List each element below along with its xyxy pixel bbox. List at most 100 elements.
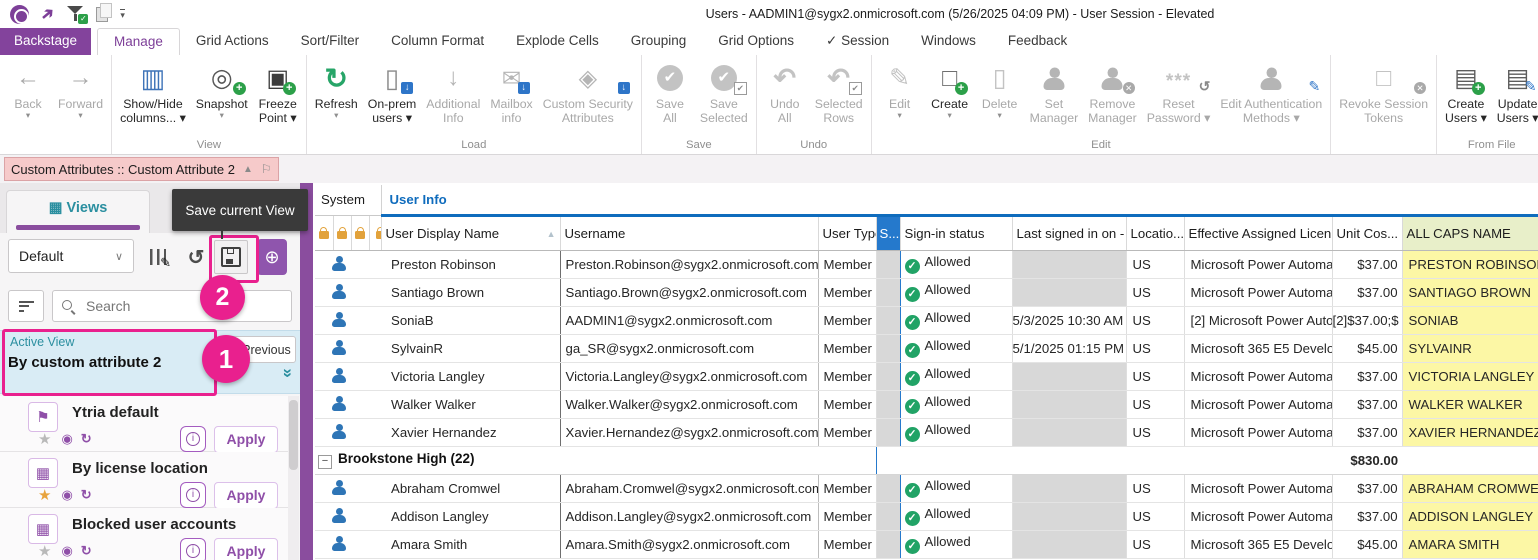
view-item-by-license-location[interactable]: ▦By license location★◉↻iApply [0, 452, 288, 508]
save-all-button[interactable]: SaveAll [645, 57, 695, 138]
freeze-point-button[interactable]: FreezePoint ▾ [253, 57, 303, 138]
create-button[interactable]: Create▾ [925, 57, 975, 138]
button-label: On-premusers ▾ [368, 97, 417, 125]
cell-location: US [1126, 250, 1184, 278]
col-effective-licenses[interactable]: Effective Assigned Licen... [1184, 215, 1332, 250]
tab-backstage[interactable]: Backstage [0, 28, 91, 55]
button-label: UpdateUsers ▾ [1497, 97, 1538, 125]
tab-column-format[interactable]: Column Format [375, 28, 500, 55]
table-row[interactable]: Victoria LangleyVictoria.Langley@sygx2.o… [315, 362, 1538, 390]
revoke-session-tokens-button[interactable]: Revoke SessionTokens [1334, 57, 1433, 138]
create-users-button[interactable]: CreateUsers ▾ [1440, 57, 1492, 138]
view-item-ytria-default[interactable]: ⚑Ytria default★◉↻iApply [0, 396, 288, 452]
table-row[interactable]: SylvainRga_SR@sygx2.onmicrosoft.comMembe… [315, 334, 1538, 362]
favorite-star-icon[interactable]: ★ [38, 542, 51, 560]
tab-grouping[interactable]: Grouping [615, 28, 703, 55]
reset-view-button[interactable]: ↺ [179, 240, 213, 274]
info-button[interactable]: i [180, 538, 206, 560]
cell-user-type: Member [818, 334, 876, 362]
col-last-signed-in[interactable]: Last signed in on - ... [1012, 215, 1126, 250]
copy-icon[interactable] [96, 7, 108, 22]
col-user-type[interactable]: User Type [818, 215, 876, 250]
info-button[interactable]: i [180, 482, 206, 508]
edit-columns-button[interactable] [141, 240, 175, 274]
table-row[interactable]: Xavier HernandezXavier.Hernandez@sygx2.o… [315, 418, 1538, 446]
back-button[interactable]: Back▾ [3, 57, 53, 138]
lock-column-header[interactable] [315, 215, 333, 250]
lock-column-header[interactable] [351, 215, 369, 250]
col-unit-cost[interactable]: Unit Cos... [1332, 215, 1402, 250]
share-icon[interactable]: ➔ [36, 2, 59, 26]
view-set-select[interactable]: Default ∨ [8, 239, 134, 273]
set-manager-button[interactable]: SetManager [1025, 57, 1084, 138]
col-signin-status[interactable]: Sign-in status [900, 215, 1012, 250]
info-button[interactable]: i [180, 426, 206, 452]
remove-manager-button[interactable]: RemoveManager [1083, 57, 1142, 138]
forward-button[interactable]: Forward▾ [53, 57, 108, 138]
cell-username: Preston.Robinson@sygx2.onmicrosoft.com [560, 250, 818, 278]
filter-check-icon[interactable] [66, 6, 84, 22]
save-selected-button[interactable]: SaveSelected [695, 57, 753, 138]
table-row[interactable]: Abraham CromwelAbraham.Cromwel@sygx2.onm… [315, 474, 1538, 502]
tab-sort-filter[interactable]: Sort/Filter [285, 28, 376, 55]
undo-all-button[interactable]: UndoAll [760, 57, 810, 138]
tab-explode-cells[interactable]: Explode Cells [500, 28, 615, 55]
table-row[interactable]: Walker WalkerWalker.Walker@sygx2.onmicro… [315, 390, 1538, 418]
table-row[interactable]: Addison LangleyAddison.Langley@sygx2.onm… [315, 502, 1538, 530]
breadcrumb[interactable]: Custom Attributes :: Custom Attribute 2 … [4, 157, 279, 181]
collapse-caret-icon[interactable]: ▲ [243, 164, 253, 175]
mailbox-info-button[interactable]: Mailboxinfo [485, 57, 537, 138]
band-system[interactable]: System [315, 185, 381, 215]
panel-splitter[interactable] [300, 183, 313, 560]
cell-username: Walker.Walker@sygx2.onmicrosoft.com [560, 390, 818, 418]
search-input[interactable] [84, 297, 283, 315]
table-row[interactable]: Amara SmithAmara.Smith@sygx2.onmicrosoft… [315, 530, 1538, 558]
refresh-button[interactable]: Refresh▾ [310, 57, 363, 138]
col-user-display-name[interactable]: User Display Name▲ [381, 215, 560, 250]
on-prem-users-button[interactable]: On-premusers ▾ [363, 57, 422, 138]
additional-info-button[interactable]: AdditionalInfo [421, 57, 485, 138]
cell-attribute [876, 418, 900, 446]
selected-rows-button[interactable]: SelectedRows [810, 57, 868, 138]
show-hide-columns-button[interactable]: Show/Hidecolumns... ▾ [115, 57, 191, 138]
col-selected-attribute[interactable]: S... [876, 215, 900, 250]
collapse-group-icon[interactable]: − [318, 455, 332, 469]
edit-button[interactable]: Edit▾ [875, 57, 925, 138]
tab-feedback[interactable]: Feedback [992, 28, 1083, 55]
favorite-star-icon[interactable]: ★ [38, 486, 51, 504]
collapse-chevrons-icon[interactable]: « [277, 368, 297, 377]
cell-licenses: Microsoft 365 E5 Develop [1184, 530, 1332, 558]
reset-password-button[interactable]: ResetPassword ▾ [1142, 57, 1216, 138]
view-item-blocked-user-accounts[interactable]: ▦Blocked user accounts★◉↻iApply [0, 508, 288, 560]
lock-column-header[interactable] [333, 215, 351, 250]
add-view-button[interactable]: ⊕ [257, 239, 287, 275]
edit-authentication-methods-button[interactable]: Edit AuthenticationMethods ▾ [1215, 57, 1327, 138]
customize-caret-icon[interactable]: ▾ [120, 9, 125, 19]
table-row[interactable]: Preston RobinsonPreston.Robinson@sygx2.o… [315, 250, 1538, 278]
apply-button[interactable]: Apply [214, 482, 278, 509]
snapshot-button[interactable]: Snapshot▾ [191, 57, 253, 138]
table-row[interactable]: SoniaBAADMIN1@sygx2.onmicrosoft.comMembe… [315, 306, 1538, 334]
custom-security-attributes-button[interactable]: Custom SecurityAttributes [538, 57, 638, 138]
tab-grid-options[interactable]: Grid Options [702, 28, 810, 55]
tab-windows[interactable]: Windows [905, 28, 992, 55]
table-row[interactable]: Santiago BrownSantiago.Brown@sygx2.onmic… [315, 278, 1538, 306]
apply-button[interactable]: Apply [214, 538, 278, 560]
apply-button[interactable]: Apply [214, 426, 278, 453]
col-all-caps-name[interactable]: ALL CAPS NAME [1402, 215, 1538, 250]
scrollbar-thumb[interactable] [289, 400, 298, 470]
tab-grid-actions[interactable]: Grid Actions [180, 28, 285, 55]
favorite-star-icon[interactable]: ★ [38, 430, 51, 448]
group-row[interactable]: −Brookstone High (22)$830.00 [315, 446, 1538, 474]
delete-button[interactable]: Delete▾ [975, 57, 1025, 138]
update-users-button[interactable]: UpdateUsers ▾ [1492, 57, 1538, 138]
filter-views-button[interactable] [8, 290, 44, 322]
tab-session[interactable]: ✓ Session [810, 28, 905, 55]
lock-column-header-clipped[interactable] [369, 215, 381, 250]
tab-manage[interactable]: Manage [97, 28, 180, 55]
col-location[interactable]: Locatio... [1126, 215, 1184, 250]
band-user-info[interactable]: User Info [381, 185, 1538, 215]
col-username[interactable]: Username [560, 215, 818, 250]
filter-edit-icon[interactable]: ⚐ [261, 162, 272, 176]
view-list-scrollbar[interactable] [288, 396, 299, 560]
